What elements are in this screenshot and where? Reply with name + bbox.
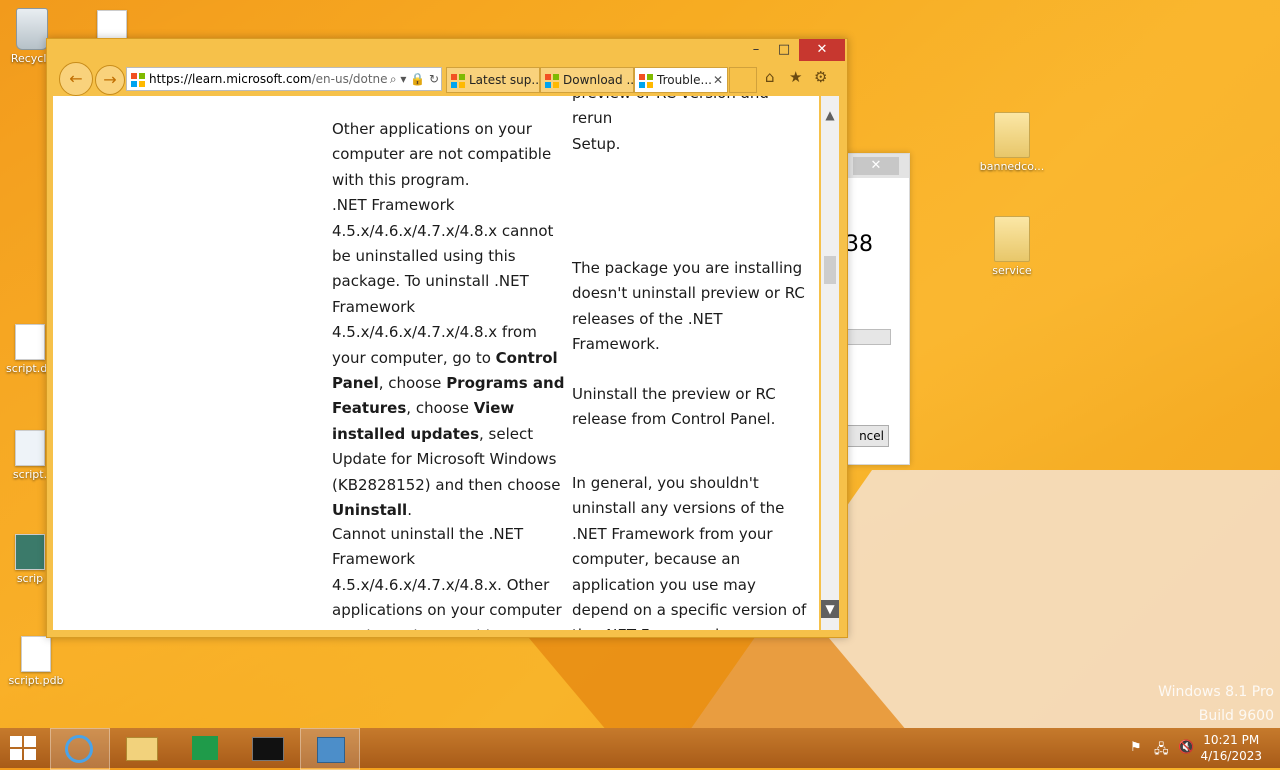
text-run: .: [407, 501, 412, 520]
right-block1-paragraph1: The package you are installing doesn't u…: [572, 259, 805, 354]
start-logo-pane: [24, 736, 36, 747]
tab-favicon-icon: [639, 73, 653, 88]
page-content: preview or RC version and rerun Setup. O…: [53, 96, 819, 630]
file-image: [15, 324, 45, 360]
desktop-folder-bannedco[interactable]: bannedco...: [972, 112, 1052, 173]
clock-time: 10:21 PM: [1203, 733, 1260, 747]
file-explorer-icon: [126, 737, 158, 761]
right-fragment-line2: Setup.: [572, 134, 621, 153]
desktop-icon-label: bannedco...: [979, 160, 1045, 173]
taskbar-file-explorer[interactable]: [112, 728, 170, 768]
maximize-button[interactable]: □: [767, 39, 801, 61]
network-icon[interactable]: 🖧: [1154, 740, 1169, 762]
new-tab-button[interactable]: [729, 67, 757, 93]
taskbar-store[interactable]: [176, 728, 234, 768]
recycle-bin-image: [16, 8, 48, 50]
text-run: , choose: [378, 374, 447, 393]
close-button[interactable]: ✕: [799, 39, 845, 61]
desktop-icon-label: script.pdb: [8, 674, 64, 687]
desktop-folder-service[interactable]: service: [972, 216, 1052, 277]
site-favicon-icon: [131, 72, 145, 87]
internet-explorer-window: – □ ✕ ← → https://learn.microsoft.com/en…: [46, 38, 848, 638]
tab-favicon-icon: [545, 73, 559, 88]
folder-icon: [994, 216, 1030, 262]
taskbar: ⚑ 🖧 🔇 10:21 PM 4/16/2023: [0, 728, 1280, 770]
ie-icon: [65, 735, 93, 763]
clock-date: 4/16/2023: [1200, 749, 1262, 763]
dialog-close-button[interactable]: ✕: [853, 157, 899, 175]
settings-gear-icon[interactable]: ⚙: [814, 68, 827, 86]
taskbar-installer[interactable]: [300, 728, 360, 770]
folder-icon: [994, 112, 1030, 158]
start-logo-pane: [24, 749, 36, 760]
favorites-star-icon[interactable]: ★: [789, 68, 802, 86]
installer-icon: [317, 737, 345, 763]
text-run: , choose: [406, 399, 474, 418]
tab-latest-support[interactable]: Latest sup...: [446, 67, 540, 93]
text-run: .NET Framework 4.5.x/4.6.x/4.7.x/4.8.x c…: [332, 196, 554, 367]
action-center-flag-icon[interactable]: ⚑: [1130, 740, 1142, 755]
dialog-number-text: 38: [845, 232, 873, 257]
scrollbar-thumb[interactable]: [824, 256, 836, 284]
desktop-icon-label: service: [992, 264, 1032, 277]
right-fragment-line1: preview or RC version and rerun: [572, 96, 769, 128]
right-block2-paragraph: In general, you shouldn't uninstall any …: [572, 474, 807, 630]
right-column-block2: In general, you shouldn't uninstall any …: [572, 471, 812, 630]
desktop-icon-label: scrip: [16, 572, 44, 585]
tab-label: Download ...: [563, 73, 634, 87]
scroll-up-arrow-icon[interactable]: ▲: [821, 106, 839, 124]
scroll-down-arrow-icon[interactable]: ▼: [821, 600, 839, 618]
forward-button[interactable]: →: [95, 65, 125, 95]
left-block1-paragraph1: Other applications on your computer are …: [332, 120, 552, 189]
tab-label: Latest sup...: [469, 73, 540, 87]
address-tools-icons[interactable]: ⌕ ▾ 🔒 ↻: [386, 68, 439, 90]
url-prefix: https://learn.: [149, 72, 227, 86]
background-installer-dialog: ✕ 38 ncel: [842, 153, 910, 465]
gear-file-image: [15, 430, 45, 466]
app-image: [15, 534, 45, 570]
volume-muted-icon[interactable]: 🔇: [1178, 740, 1194, 755]
right-block1-paragraph2: Uninstall the preview or RC release from…: [572, 384, 776, 429]
desktop-icon-label: script.: [12, 468, 48, 481]
tab-favicon-icon: [451, 73, 465, 88]
dialog-cancel-button[interactable]: ncel: [843, 425, 889, 447]
vertical-scrollbar[interactable]: ▲ ▼: [821, 96, 839, 630]
windows-watermark-build: Build 9600: [1198, 708, 1274, 724]
tab-close-icon[interactable]: ✕: [713, 68, 723, 92]
tab-troubleshoot[interactable]: Trouble... ✕: [634, 67, 728, 93]
start-logo-pane: [10, 749, 22, 760]
windows-watermark-edition: Windows 8.1 Pro: [1158, 684, 1274, 700]
system-clock[interactable]: 10:21 PM 4/16/2023: [1200, 732, 1262, 764]
url-domain: microsoft.com: [226, 72, 312, 86]
dialog-cancel-label: ncel: [859, 429, 884, 443]
back-button[interactable]: ←: [59, 62, 93, 96]
uninstall-bold: Uninstall: [332, 501, 408, 520]
store-icon: [192, 736, 218, 760]
left-block2-paragraph: Cannot uninstall the .NET Framework 4.5.…: [332, 525, 562, 630]
file-image: [21, 636, 51, 672]
url-suffix: /en-us/dotne: [311, 72, 388, 86]
taskbar-internet-explorer[interactable]: [50, 728, 110, 770]
right-column-top-fragment: preview or RC version and rerun Setup.: [572, 96, 812, 157]
tab-label: Trouble...: [657, 73, 712, 87]
start-button[interactable]: [10, 736, 36, 760]
dialog-progress-bar: [843, 329, 891, 345]
home-icon[interactable]: ⌂: [765, 68, 775, 86]
cmd-icon: [252, 737, 284, 761]
desktop-file-script-pdb[interactable]: script.pdb: [0, 636, 76, 687]
left-block1-paragraph2: .NET Framework 4.5.x/4.6.x/4.7.x/4.8.x c…: [332, 193, 572, 523]
address-bar[interactable]: https://learn.microsoft.com/en-us/dotne …: [126, 67, 442, 91]
left-column-block1: Other applications on your computer are …: [332, 117, 572, 524]
start-logo-pane: [10, 736, 22, 747]
right-column-block1: The package you are installing doesn't u…: [572, 256, 812, 432]
left-column-block2: Cannot uninstall the .NET Framework 4.5.…: [332, 522, 572, 630]
tab-download[interactable]: Download ...: [540, 67, 634, 93]
taskbar-command-prompt[interactable]: [238, 728, 296, 768]
